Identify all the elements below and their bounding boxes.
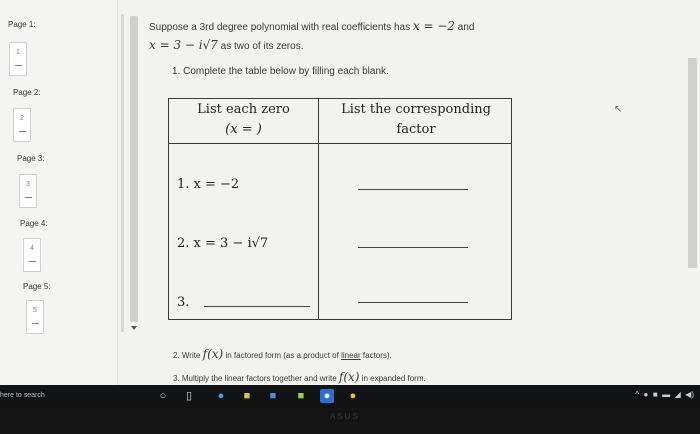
question-1: 1. Complete the table below by filling e…: [172, 66, 389, 77]
page-thumb-5[interactable]: 5: [26, 300, 44, 334]
page-thumb-4[interactable]: 4: [23, 238, 41, 272]
thumb-dash: [25, 197, 32, 198]
page-thumb-number: 5: [33, 307, 37, 314]
thumb-dash: [19, 131, 26, 132]
tray-chevron-icon[interactable]: ^: [635, 390, 639, 399]
laptop-bezel: ASUS: [0, 408, 700, 434]
header-factor-line-1: List the corresponding: [341, 102, 491, 117]
intro-and: and: [457, 22, 475, 33]
wifi-icon[interactable]: ◢: [675, 390, 681, 399]
q3-post: in expanded form.: [361, 374, 426, 383]
zero-blank-3[interactable]: [204, 306, 310, 307]
header-zero-line-2: (x = ): [225, 122, 262, 137]
page-navigator: Page 1: 1 Page 2: 2 Page 3: 3 Page 4: 4 …: [0, 0, 118, 396]
q2-post: factors).: [362, 351, 392, 360]
q3-pre: 3. Multiply the linear factors together …: [173, 374, 337, 383]
document-page: Suppose a 3rd degree polynomial with rea…: [143, 0, 688, 385]
edge-browser-icon[interactable]: ●: [214, 389, 228, 403]
app-icon[interactable]: ■: [294, 389, 308, 403]
page-thumb-number: 2: [20, 115, 24, 122]
table-row-3-zero: 3.: [177, 295, 190, 310]
factor-blank-2[interactable]: [358, 247, 468, 248]
linear-link[interactable]: linear: [341, 351, 361, 360]
cortana-icon[interactable]: ○: [156, 389, 170, 403]
battery-icon[interactable]: ▬: [662, 390, 670, 399]
page-thumb-2[interactable]: 2: [13, 108, 31, 142]
q2-mid: in factored form (as a product of: [225, 351, 339, 360]
zero-1-math: x = −2: [412, 19, 456, 33]
navigator-scrollbar[interactable]: [130, 16, 138, 322]
question-2: 2. Write f(x) in factored form (as a pro…: [173, 347, 392, 361]
page-label-2: Page 2:: [13, 88, 41, 97]
table-divider-horizontal: [169, 143, 511, 144]
scroll-down-arrow-icon[interactable]: [131, 326, 137, 330]
problem-statement-line-1: Suppose a 3rd degree polynomial with rea…: [149, 19, 474, 33]
tray-app-icon[interactable]: ■: [653, 390, 658, 399]
network-icon[interactable]: ●: [644, 390, 649, 399]
page-thumb-number: 3: [26, 181, 30, 188]
page-thumb-3[interactable]: 3: [19, 174, 37, 208]
navigator-scroll-track[interactable]: [121, 14, 124, 332]
zero-2-math: x = 3 − i√7: [149, 38, 218, 52]
active-app-icon[interactable]: ●: [320, 389, 334, 403]
page-thumb-number: 4: [30, 245, 34, 252]
problem-statement-line-2: x = 3 − i√7 as two of its zeros.: [149, 38, 303, 52]
store-icon[interactable]: ■: [266, 389, 280, 403]
volume-icon[interactable]: ◀): [685, 390, 694, 399]
intro-text: Suppose a 3rd degree polynomial with rea…: [149, 22, 411, 33]
chrome-icon[interactable]: ●: [346, 389, 360, 403]
page-label-3: Page 3:: [17, 154, 45, 163]
page-label-1: Page 1:: [8, 20, 36, 29]
header-factor-line-2: factor: [396, 122, 436, 137]
page-label-4: Page 4:: [20, 219, 48, 228]
task-view-icon[interactable]: ▯: [182, 389, 196, 403]
table-header-factor: List the corresponding factor: [319, 100, 513, 140]
thumb-dash: [15, 65, 22, 66]
table-row-1-zero: 1. x = −2: [177, 177, 240, 192]
taskbar-search-box[interactable]: here to search: [0, 392, 45, 399]
page-thumb-number: 1: [16, 49, 20, 56]
q2-function: f(x): [202, 347, 224, 361]
header-zero-line-1: List each zero: [197, 102, 290, 117]
q3-function: f(x): [338, 370, 360, 384]
factor-blank-3[interactable]: [358, 302, 468, 303]
system-tray[interactable]: ^ ● ■ ▬ ◢ ◀): [635, 390, 694, 399]
q2-pre: 2. Write: [173, 351, 201, 360]
taskbar: here to search ○ ▯ ● ■ ■ ■ ● ● ^ ● ■ ▬ ◢…: [0, 385, 700, 408]
document-scrollbar[interactable]: [688, 58, 697, 268]
brand-logo: ASUS: [330, 412, 360, 421]
intro-text-end: as two of its zeros.: [220, 41, 304, 52]
zeros-table: List each zero (x = ) List the correspon…: [168, 98, 512, 320]
file-explorer-icon[interactable]: ■: [240, 389, 254, 403]
page-thumb-1[interactable]: 1: [9, 42, 27, 76]
table-row-2-zero: 2. x = 3 − i√7: [177, 236, 269, 251]
question-3: 3. Multiply the linear factors together …: [173, 370, 426, 384]
mouse-cursor-icon: ↖: [614, 104, 623, 115]
factor-blank-1[interactable]: [358, 189, 468, 190]
page-label-5: Page 5:: [23, 282, 51, 291]
thumb-dash: [29, 261, 36, 262]
screen: Page 1: 1 Page 2: 2 Page 3: 3 Page 4: 4 …: [0, 0, 700, 408]
table-header-zero: List each zero (x = ): [169, 100, 318, 140]
thumb-dash: [32, 323, 39, 324]
